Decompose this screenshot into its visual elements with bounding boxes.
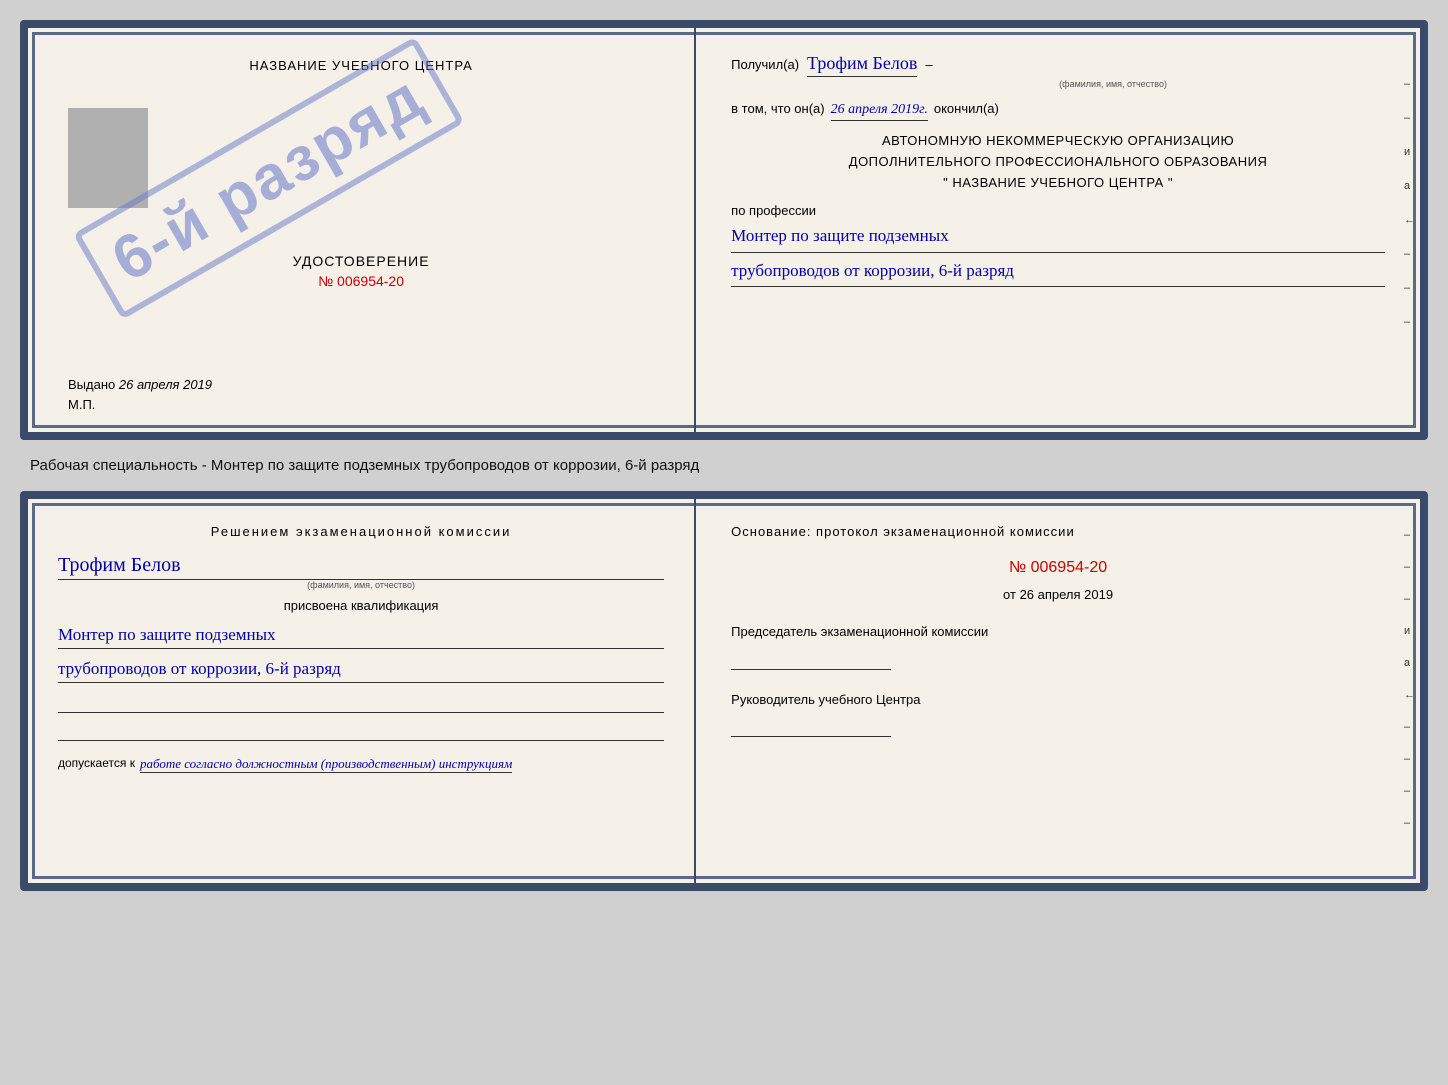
bottom-name: Трофим Белов [58,554,664,580]
rslb-7: – [1404,721,1415,733]
bottom-doc-right: Основание: протокол экзаменационной коми… [696,499,1420,883]
udostoverenie-number: № 006954-20 [293,273,430,289]
ot-date-line: от 26 апреля 2019 [731,587,1385,602]
ot-date-value: 26 апреля 2019 [1020,587,1114,602]
udostoverenie-label: УДОСТОВЕРЕНИЕ [293,253,430,269]
org-line1: АВТОНОМНУЮ НЕКОММЕРЧЕСКУЮ ОРГАНИЗАЦИЮ [731,131,1385,152]
org-line2: ДОПОЛНИТЕЛЬНОГО ПРОФЕССИОНАЛЬНОГО ОБРАЗО… [731,152,1385,173]
poluchil-name: Трофим Белов [807,53,917,77]
predsedatel-block: Председатель экзаменационной комиссии [731,622,1385,670]
kvalifikaciya-line2: трубопроводов от коррозии, 6-й разряд [58,655,664,683]
osnovanie-title: Основание: протокол экзаменационной коми… [731,524,1385,539]
dopuskaetsya-label: допускается к [58,756,135,773]
photo-placeholder [68,108,148,208]
vydano-label: Выдано [68,377,115,392]
poluchil-line: Получил(а) Трофим Белов – [731,53,1385,77]
vtom-line: в том, что он(а) 26 апреля 2019г. окончи… [731,101,1385,121]
bottom-lines [58,693,664,741]
rsl-2: – [1404,112,1415,124]
udostoverenie-block: УДОСТОВЕРЕНИЕ № 006954-20 [293,253,430,289]
predsedatel-signature-line [731,650,891,670]
profession-line1: Монтер по защите подземных [731,222,1385,252]
rsl-7: – [1404,282,1415,294]
top-document: НАЗВАНИЕ УЧЕБНОГО ЦЕНТРА 6-й разряд УДОС… [20,20,1428,440]
org-line3: " НАЗВАНИЕ УЧЕБНОГО ЦЕНТРА " [731,173,1385,194]
rsl-8: – [1404,316,1415,328]
right-side-lines-bottom: – – – и а ← – – – – [1404,529,1415,829]
rsl-6: – [1404,248,1415,260]
rslb-6: ← [1404,689,1415,701]
rslb-5: а [1404,657,1415,669]
line1 [58,693,664,713]
rslb-4: и [1404,625,1415,637]
right-side-lines-top: – – и а ← – – – [1404,78,1415,328]
bottom-document: Решением экзаменационной комиссии Трофим… [20,491,1428,891]
ot-label: от [1003,587,1016,602]
top-doc-left: НАЗВАНИЕ УЧЕБНОГО ЦЕНТРА 6-й разряд УДОС… [28,28,696,432]
rslb-3: – [1404,593,1415,605]
rslb-10: – [1404,817,1415,829]
resheniyem-title: Решением экзаменационной комиссии [58,524,664,539]
vydano-date: 26 апреля 2019 [119,377,212,392]
name-block: Трофим Белов (фамилия, имя, отчество) [58,554,664,590]
po-professii: по профессии [731,203,1385,218]
rslb-1: – [1404,529,1415,541]
okonchil-label: окончил(а) [934,101,999,116]
vydano-line: Выдано 26 апреля 2019 [68,377,212,392]
rsl-3: и [1404,146,1415,158]
dopuskaetsya-value: работе согласно должностным (производств… [140,756,512,773]
line2 [58,721,664,741]
dopuskaetsya-block: допускается к работе согласно должностны… [58,756,664,773]
rukovoditel-label: Руководитель учебного Центра [731,690,1385,710]
prisvoena-label: присвоена квалификация [58,598,664,613]
vtom-label: в том, что он(а) [731,101,824,116]
rslb-2: – [1404,561,1415,573]
rukovoditel-block: Руководитель учебного Центра [731,690,1385,738]
top-doc-right: Получил(а) Трофим Белов – (фамилия, имя,… [696,28,1420,432]
rslb-9: – [1404,785,1415,797]
poluchil-label: Получил(а) [731,57,799,72]
predsedatel-label: Председатель экзаменационной комиссии [731,622,1385,642]
rsl-5: ← [1404,214,1415,226]
rsl-1: – [1404,78,1415,90]
middle-text: Рабочая специальность - Монтер по защите… [20,452,1428,479]
org-block: АВТОНОМНУЮ НЕКОММЕРЧЕСКУЮ ОРГАНИЗАЦИЮ ДО… [731,131,1385,193]
rukovoditel-signature-line [731,717,891,737]
rsl-4: а [1404,180,1415,192]
protocol-number: № 006954-20 [731,559,1385,577]
fio-small-top: (фамилия, имя, отчество) [841,79,1385,89]
rslb-8: – [1404,753,1415,765]
date-handwritten: 26 апреля 2019г. [831,102,928,121]
fio-small-bottom: (фамилия, имя, отчество) [58,580,664,590]
kvalifikaciya-line1: Монтер по защите подземных [58,621,664,649]
profession-line2: трубопроводов от коррозии, 6-й разряд [731,257,1385,287]
mp-line: М.П. [68,397,95,412]
top-center-title: НАЗВАНИЕ УЧЕБНОГО ЦЕНТРА [249,58,472,73]
bottom-doc-left: Решением экзаменационной комиссии Трофим… [28,499,696,883]
page-container: НАЗВАНИЕ УЧЕБНОГО ЦЕНТРА 6-й разряд УДОС… [20,20,1428,891]
dash1: – [925,57,932,72]
